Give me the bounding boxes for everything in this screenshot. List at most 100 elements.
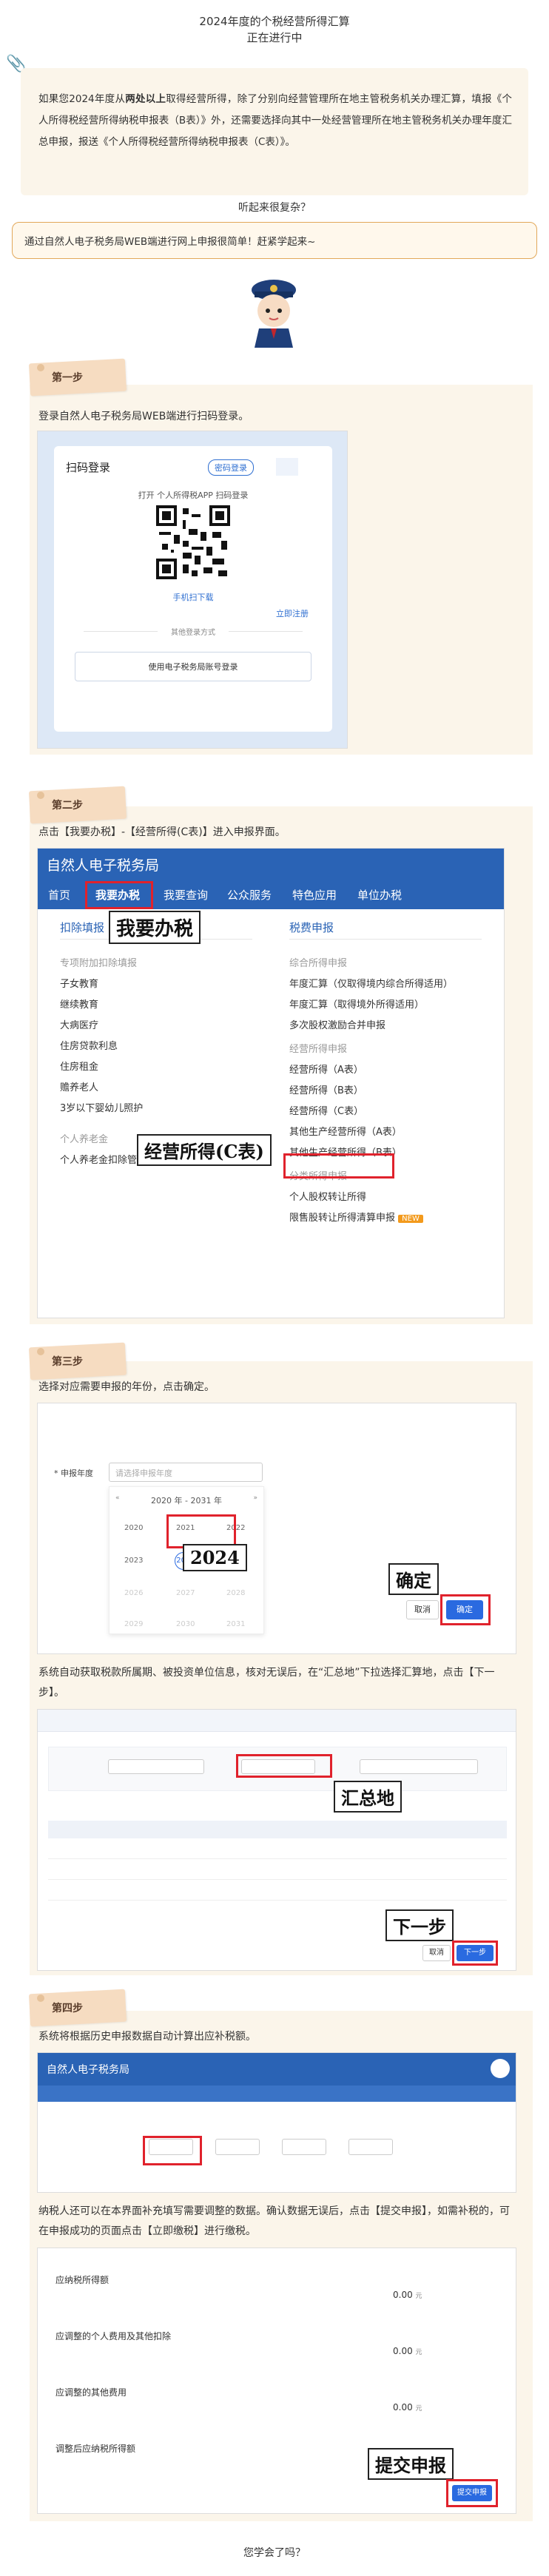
adjust-amount-unit: 元 [415,2405,422,2413]
step3-text2: 系统自动获取税款所属期、被投资单位信息，核对无误后，在“汇总地”下拉选择汇算地，… [38,1667,495,1699]
menu-continue-edu[interactable]: 继续教育 [60,995,146,1016]
highlight-summary-location [236,1754,332,1778]
menu-rent[interactable]: 住房租金 [60,1057,146,1078]
calc-screenshot: 自然人电子税务局 [37,2052,516,2193]
adjust-item: 调整后应纳税所得额 [55,2444,136,2454]
highlight-biz-c [283,1153,394,1179]
year-cell[interactable]: 2023 [124,1557,143,1565]
nav-home[interactable]: 首页 [48,887,70,903]
menu-biz-b[interactable]: 经营所得（B表） [289,1081,453,1102]
login-screenshot: 扫码登录 密码登录 打开 个人所得税APP 扫码登录 手机扫下载 立即注册 其他… [37,431,348,749]
intro-text-a: 如果您2024年度从 [38,93,126,105]
year-field-label: * 申报年度 [54,1469,93,1478]
step4-text2: 纳税人还可以在本界面补充填写需要调整的数据。确认数据无误后，点击【提交申报】，如… [38,2205,510,2237]
adjust-screenshot: 应纳税所得额 0.00 元 应调整的个人费用及其他扣除 0.00 元 应调整的其… [37,2248,516,2514]
menu-biz-c[interactable]: 经营所得（C表） [289,1102,453,1122]
password-login-tab[interactable]: 密码登录 [208,459,254,476]
menu-equity-transfer[interactable]: 个人股权转让所得 [289,1187,453,1208]
nav-query[interactable]: 我要查询 [164,887,208,903]
next-range-icon[interactable]: » [253,1494,257,1502]
intro-panel: 如果您2024年度从两处以上取得经营所得，除了分别向经营管理所在地主管税务机关办… [21,68,528,195]
menu-pension[interactable]: 个人养老金扣除管理 [60,1150,146,1171]
menu-annual-domestic[interactable]: 年度汇算（仅取得境内综合所得适用） [289,974,453,995]
menu-annual-foreign[interactable]: 年度汇算（取得境外所得适用） [289,995,453,1016]
formula-field [215,2139,260,2155]
adjust-item: 应调整的其他费用 [55,2387,127,2398]
highlight-next [452,1941,498,1966]
adjust-amount-unit: 元 [415,2349,422,2356]
year-cell[interactable]: 2031 [226,1620,245,1628]
step2-text: 点击【我要办税】-【经营所得(C表)】进入申报界面。 [38,826,286,838]
scan-hint: 打开 个人所得税APP 扫码登录 [138,490,249,500]
tip-bubble: 通过自然人电子税务局WEB端进行网上申报很简单！赶紧学起来~ [12,222,537,259]
period-field [108,1759,204,1774]
nav-unit[interactable]: 单位办税 [357,887,402,903]
step2-label: 第二步 [52,800,83,812]
year-cell[interactable]: 2028 [226,1589,245,1597]
highlight-submit [446,2479,498,2507]
cancel-button[interactable]: 取消 [406,1600,439,1619]
left-column-head: 扣除填报 [60,921,105,934]
step4-tag: 第四步 [28,1989,127,2027]
step3-text: 选择对应需要申报的年份，点击确定。 [38,1381,215,1393]
left-menu: 专项附加扣除填报 子女教育 继续教育 大病医疗 住房贷款利息 住房租金 赡养老人… [60,954,146,1171]
intro-bold: 两处以上 [125,93,166,105]
app-download-link[interactable]: 手机扫下载 [54,591,332,603]
new-badge: NEW [398,1215,423,1223]
highlight-tax-due [143,2136,202,2165]
account-login-button[interactable]: 使用电子税务局账号登录 [75,652,311,681]
year-picker-screenshot: * 申报年度 请选择申报年度 2020 年 - 2031 年 « » 2020 … [37,1403,516,1654]
step3-section: 选择对应需要申报的年份，点击确定。 * 申报年度 请选择申报年度 2020 年 … [30,1361,533,1975]
pc-switch-icon[interactable] [276,458,298,476]
tax-office-field [360,1759,478,1774]
step2-tag: 第二步 [28,786,127,824]
avatar[interactable] [491,2059,510,2078]
year-cell[interactable]: 2027 [176,1589,195,1597]
formula-field [348,2139,393,2155]
menu-equity-merge[interactable]: 多次股权激励合并申报 [289,1016,453,1036]
menu-biz-a[interactable]: 经营所得（A表） [289,1060,453,1081]
footer-question: 您学会了吗？ [243,2547,306,2559]
login-card: 扫码登录 密码登录 打开 个人所得税APP 扫码登录 手机扫下载 立即注册 其他… [54,446,332,732]
menu-elderly[interactable]: 赡养老人 [60,1078,146,1099]
back-button[interactable]: 取消 [422,1945,451,1961]
table-row [48,1883,507,1901]
calc-sub-nav [38,2086,516,2102]
step4-section: 系统将根据历史申报数据自动计算出应补税额。 自然人电子税务局 纳税人还可以在本界… [30,2011,533,2521]
menu-restricted-stock[interactable]: 限售股转让所得清算申报 NEW [289,1208,453,1230]
callout-do-tax: 我要办税 [109,911,201,944]
other-login-label: 其他登录方式 [158,626,229,637]
adjust-amount: 0.00 元 [393,2290,422,2300]
menu-other-a[interactable]: 其他生产经营所得（A表） [289,1122,453,1143]
qr-code-icon[interactable] [156,505,230,579]
register-link[interactable]: 立即注册 [276,607,309,619]
menu-mortgage[interactable]: 住房贷款利息 [60,1036,146,1057]
year-cell[interactable]: 2029 [124,1620,143,1628]
year-select[interactable]: 请选择申报年度 [109,1463,263,1482]
step1-text: 登录自然人电子税务局WEB端进行扫码登录。 [38,411,249,422]
year-cell[interactable]: 2026 [124,1589,143,1597]
subtitle-line: 正在进行中 [246,31,303,44]
article-title: 2024年度的个税经营所得汇算 正在进行中 [0,13,549,46]
step1-label: 第一步 [52,372,83,384]
title-line: 2024年度的个税经营所得汇算 [199,15,350,28]
menu-child-edu[interactable]: 子女教育 [60,974,146,995]
menu-medical[interactable]: 大病医疗 [60,1016,146,1036]
invest-table-header [48,1821,507,1838]
right-group2-title: 经营所得申报 [289,1044,348,1055]
question-text: 听起来很复杂？ [238,202,311,214]
year-cell[interactable]: 2020 [124,1524,143,1532]
right-rule [289,939,482,940]
prev-range-icon[interactable]: « [115,1494,120,1502]
year-cell[interactable]: 2030 [176,1620,195,1628]
callout-confirm: 确定 [388,1563,439,1595]
nav-public[interactable]: 公众服务 [227,887,272,903]
calc-site-header: 自然人电子税务局 [38,2053,516,2086]
callout-2024: 2024 [183,1544,247,1571]
login-title: 扫码登录 [66,461,111,474]
menu-infant[interactable]: 3岁以下婴幼儿照护 [60,1099,146,1119]
highlight-confirm [440,1594,491,1625]
nav-feature[interactable]: 特色应用 [292,887,337,903]
table-row [48,1841,507,1859]
adjust-amount-value: 0.00 [393,2290,413,2300]
